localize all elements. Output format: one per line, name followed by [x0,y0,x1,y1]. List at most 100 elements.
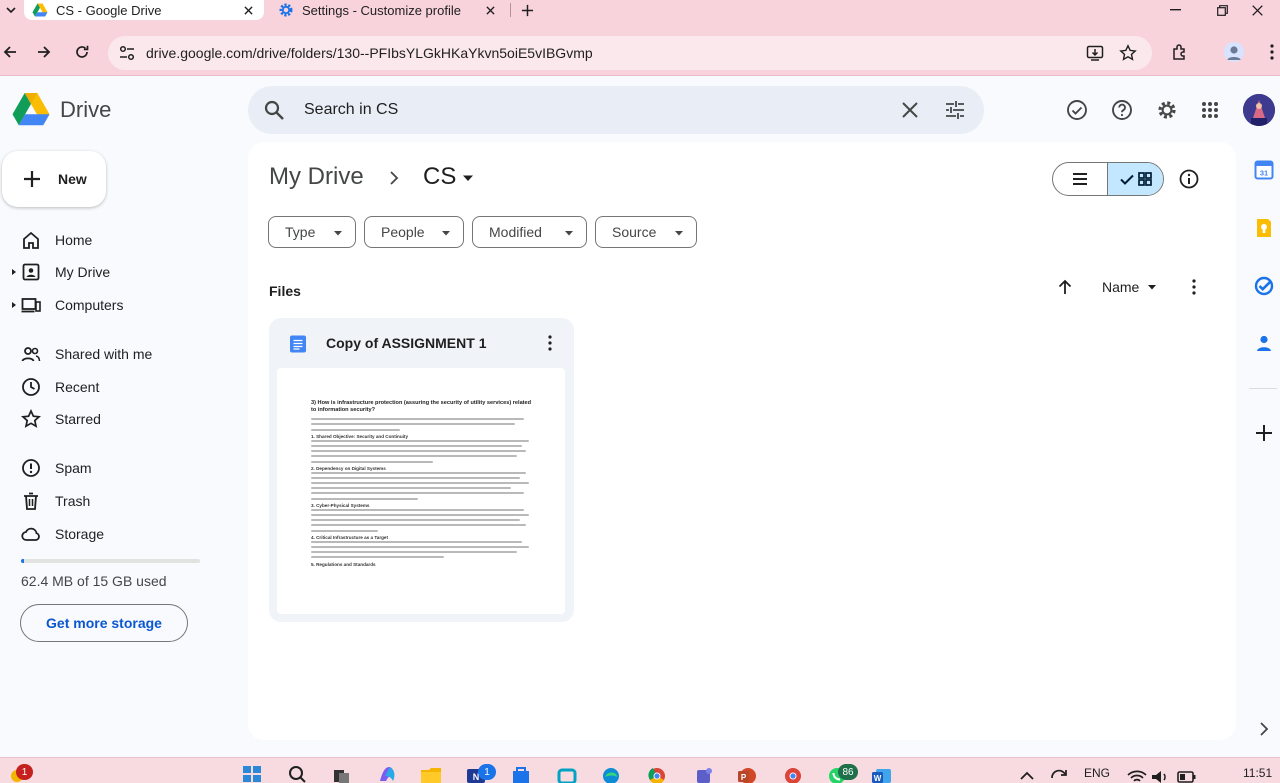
powerpoint-icon[interactable]: P [736,763,758,783]
close-icon[interactable] [900,100,920,120]
shared-icon [21,347,41,362]
camera-app-icon[interactable] [556,763,578,783]
tab-search-button[interactable] [0,0,22,20]
sync-icon[interactable] [1048,763,1070,783]
support-button[interactable] [1110,98,1134,122]
store-icon[interactable] [510,763,532,783]
wifi-icon[interactable] [1126,763,1148,783]
sidebar-item-starred[interactable]: Starred [0,403,240,435]
contacts-icon[interactable] [1254,333,1274,353]
filter-chip-people[interactable]: People [364,216,464,248]
arrow-left-icon [3,46,16,58]
word-icon[interactable]: W [870,763,892,783]
address-toolbar: drive.google.com/drive/folders/130--PFIb… [0,28,1280,76]
search-bar[interactable] [248,86,984,134]
more-vert-icon[interactable] [541,334,559,352]
browser-menu-button[interactable] [1262,42,1280,62]
caret-down-icon [565,231,573,236]
sidebar-item-computers[interactable]: Computers [0,289,240,321]
browser-profile-avatar[interactable] [1224,42,1244,62]
task-view-icon[interactable] [330,763,352,783]
expand-arrow-icon[interactable] [10,301,18,309]
tasks-icon[interactable] [1254,276,1274,296]
minimize-button[interactable] [1152,0,1198,20]
new-button[interactable]: New [2,151,106,207]
forward-button[interactable] [34,42,54,62]
get-more-storage-button[interactable]: Get more storage [20,604,188,642]
plus-icon[interactable] [1254,423,1274,443]
filter-chip-modified[interactable]: Modified [472,216,587,248]
sidebar-item-shared-with-me[interactable]: Shared with me [0,338,240,370]
clock-time[interactable]: 11:51 [1243,766,1272,780]
edge-icon[interactable] [600,763,622,783]
restore-icon [1216,4,1228,16]
sidebar-item-trash[interactable]: Trash [0,485,240,517]
volume-icon[interactable] [1150,763,1172,783]
sidebar-item-storage[interactable]: Storage [0,518,240,550]
calendar-icon[interactable]: 31 [1254,160,1274,180]
omnibox[interactable]: drive.google.com/drive/folders/130--PFIb… [108,36,1152,70]
google-drive-icon [32,3,48,17]
preview-heading: 5. Regulations and Standards [311,561,376,567]
expand-arrow-icon[interactable] [10,268,18,276]
list-layout-button[interactable] [1053,163,1107,195]
sort-by-button[interactable]: Name [1102,279,1157,295]
google-apps-button[interactable] [1198,98,1222,122]
grid-layout-button[interactable] [1107,163,1163,195]
language-indicator[interactable]: ENG [1084,766,1110,780]
battery-icon[interactable] [1176,763,1198,783]
google-drive-logo[interactable] [12,92,50,126]
teams-icon[interactable] [692,763,714,783]
tab-close-icon[interactable] [482,2,498,18]
settings-button[interactable] [1155,98,1179,122]
preview-question: 3) How is infrastructure protection (ass… [311,400,532,413]
site-info-icon[interactable] [118,44,136,62]
sidebar-item-recent[interactable]: Recent [0,371,240,403]
search-icon[interactable] [286,763,308,783]
sidebar-item-spam[interactable]: Spam [0,452,240,484]
file-name[interactable]: Copy of ASSIGNMENT 1 [326,335,487,351]
tab-settings[interactable]: Settings - Customize profile [270,0,506,20]
back-button[interactable] [0,42,20,62]
search-icon[interactable] [264,100,284,120]
search-options-icon[interactable] [944,99,966,121]
ready-for-offline-button[interactable] [1065,98,1089,122]
extensions-button[interactable] [1170,42,1190,62]
keep-icon[interactable] [1254,218,1274,238]
close-window-button[interactable] [1234,0,1280,20]
more-vert-icon[interactable] [1185,278,1203,296]
reload-button[interactable] [72,42,92,62]
star-icon[interactable] [1119,44,1137,62]
install-app-icon[interactable] [1086,44,1104,62]
url-text[interactable]: drive.google.com/drive/folders/130--PFIb… [146,45,593,61]
copilot-icon[interactable] [376,763,398,783]
arrow-up-icon[interactable] [1056,278,1074,296]
tab-close-icon[interactable] [240,2,256,18]
filter-chip-type[interactable]: Type [268,216,356,248]
breadcrumb-current-folder[interactable]: CS [423,163,456,191]
chrome-icon[interactable] [646,763,668,783]
sidebar-item-label: Spam [55,460,92,476]
file-card[interactable]: Copy of ASSIGNMENT 1 3) How is infrastru… [269,318,574,622]
caret-down-icon[interactable] [462,174,474,182]
tab-cs-google-drive[interactable]: CS - Google Drive [24,0,264,20]
search-input[interactable] [304,98,864,122]
app-name[interactable]: Drive [60,97,111,123]
sidebar-item-home[interactable]: Home [0,224,240,256]
chevron-right-icon[interactable] [1254,719,1274,739]
filter-chip-label: Source [612,224,657,240]
chevron-up-icon[interactable] [1016,763,1038,783]
file-thumbnail[interactable]: 3) How is infrastructure protection (ass… [277,368,565,614]
breadcrumb-my-drive[interactable]: My Drive [269,163,364,191]
file-explorer-icon[interactable] [420,763,442,783]
account-avatar[interactable] [1243,94,1275,126]
chrome-profile-icon[interactable] [782,763,804,783]
sidebar-item-my-drive[interactable]: My Drive [0,256,240,288]
grid-view-icon [1137,172,1152,186]
new-tab-button[interactable] [516,0,538,20]
info-icon[interactable] [1178,168,1200,190]
windows-start-icon[interactable] [241,763,263,783]
filter-chip-source[interactable]: Source [595,216,697,248]
plus-icon [521,4,533,16]
gear-icon [1158,101,1176,119]
